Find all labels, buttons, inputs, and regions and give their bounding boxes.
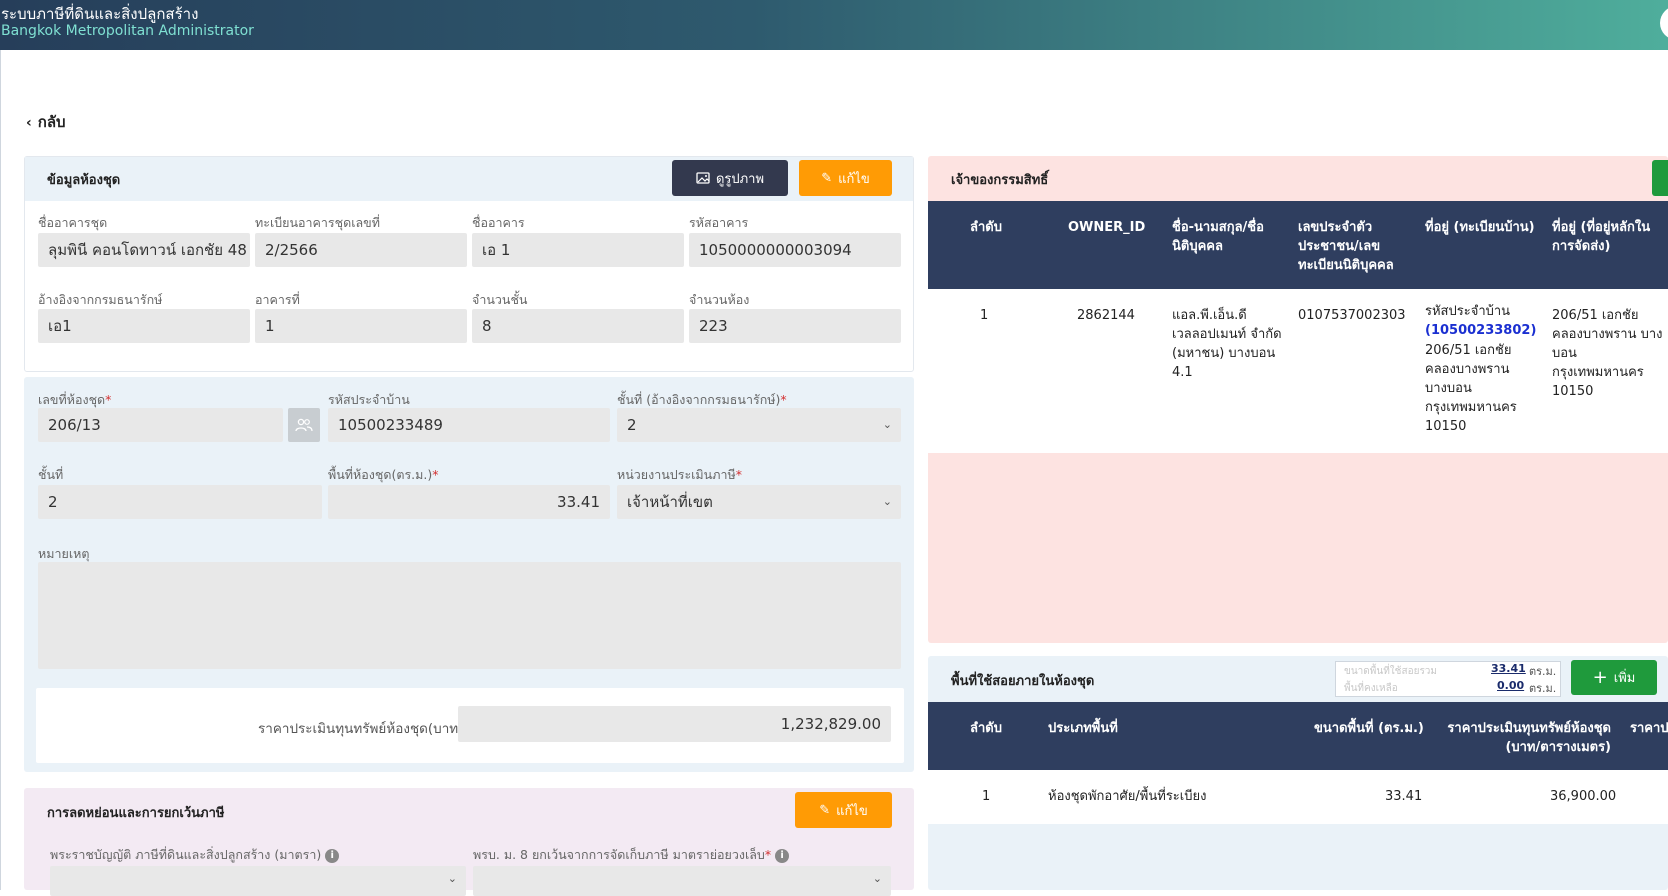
condo-reg-label: ทะเบียนอาคารชุดเลขที่ — [255, 215, 380, 230]
owners-col-seq: ลำดับ — [970, 220, 1002, 235]
owners-col-id: OWNER_ID — [1068, 220, 1146, 235]
add-owner-button[interactable] — [1652, 160, 1668, 196]
owners-title: เจ้าของกรรมสิทธิ์ — [951, 173, 1049, 188]
user-avatar[interactable] — [1660, 6, 1668, 40]
chevron-down-icon: ⌄ — [447, 872, 457, 885]
owner-seq: 1 — [980, 308, 989, 323]
edit-unit-label: แก้ไข — [838, 171, 870, 187]
house-code-label: รหัสประจำบ้าน — [328, 392, 410, 407]
add-usage-label: เพิ่ม — [1613, 671, 1636, 686]
left-border — [0, 50, 1, 890]
owner-lookup-button[interactable] — [288, 408, 320, 442]
edit-reduction-label: แก้ไข — [836, 803, 868, 819]
remark-textarea[interactable] — [38, 562, 901, 669]
condo-name-field: ลุมพินี คอนโดทาวน์ เอกชัย 48 — [38, 233, 250, 267]
decree-label: พรบ. ม. 8 ยกเว้นจากการจัดเก็บภาษี มาตราย… — [473, 845, 790, 865]
chevron-down-icon: ⌄ — [882, 495, 892, 508]
usage-title: พื้นที่ใช้สอยภายในห้องชุด — [951, 674, 1095, 689]
usage-area: 33.41 — [1385, 789, 1423, 804]
app-subtitle: Bangkok Metropolitan Administrator — [1, 23, 254, 39]
ref-land-dept-field: เอ1 — [38, 309, 250, 343]
usage-seq: 1 — [982, 789, 991, 804]
assess-unit-select[interactable]: เจ้าหน้าที่เขต ⌄ — [617, 485, 901, 519]
usage-total-unit: ตร.ม. — [1529, 665, 1557, 678]
area-label: พื้นที่ห้องชุด(ตร.ม.)* — [328, 467, 439, 482]
usage-col-type: ประเภทพื้นที่ — [1048, 721, 1118, 736]
owner-mail-address: 206/51 เอกชัย คลองบางพราน บางบอน กรุงเทพ… — [1552, 308, 1663, 399]
remark-label: หมายเหตุ — [38, 546, 90, 561]
owner-house-code-label: รหัสประจำบ้าน — [1425, 304, 1511, 319]
building-no-field: 1 — [255, 309, 467, 343]
usage-remain-value: 0.00 — [1497, 679, 1525, 692]
view-image-button[interactable]: ดูรูปภาพ — [672, 160, 788, 196]
act-label: พระราชบัญญัติ ภาษีที่ดินและสิ่งปลูกสร้าง… — [50, 845, 340, 865]
floor-input[interactable]: 2 — [38, 485, 322, 519]
appraisal-label: ราคาประเมินทุนทรัพย์ห้องชุด(บาท) — [258, 721, 464, 737]
building-code-field: 1050000000003094 — [689, 233, 901, 267]
usage-type: ห้องชุดพักอาศัย/พื้นที่ระเบียง — [1048, 789, 1207, 804]
building-name-label: ชื่ออาคาร — [472, 215, 525, 230]
owners-col-mail-address: ที่อยู่ (ที่อยู่หลักในการจัดส่ง) — [1552, 220, 1651, 254]
plus-icon: + — [1592, 666, 1608, 688]
chevron-down-icon: ⌄ — [872, 872, 882, 885]
area-input[interactable]: 33.41 — [328, 485, 610, 519]
edit-reduction-button[interactable]: ✎ แก้ไข — [795, 792, 892, 828]
usage-total-label: ขนาดพื้นที่ใช้สอยรวม — [1344, 666, 1438, 677]
floor-label: ชั้นที่ — [38, 467, 64, 482]
floor-ref-label: ชั้นที่ (อ้างอิงจากกรมธนารักษ์)* — [617, 392, 787, 407]
add-usage-button[interactable]: + เพิ่ม — [1571, 660, 1657, 695]
usage-price: 36,900.00 — [1550, 789, 1617, 804]
owner-taxid: 0107537002303 — [1298, 308, 1406, 323]
unit-info-title: ข้อมูลห้องชุด — [47, 173, 121, 188]
reduction-title: การลดหย่อนและการยกเว้นภาษี — [47, 806, 225, 821]
ref-land-dept-label: อ้างอิงจากกรมธนารักษ์ — [38, 292, 163, 307]
room-no-input[interactable]: 206/13 — [38, 408, 283, 442]
act-select[interactable]: ⌄ — [50, 866, 466, 896]
floor-ref-value: 2 — [627, 416, 637, 434]
condo-name-label: ชื่ออาคารชุด — [38, 215, 108, 230]
users-icon — [295, 418, 313, 432]
owners-col-taxid: เลขประจำตัวประชาชน/เลขทะเบียนนิติบุคคล — [1298, 220, 1394, 273]
usage-remain-unit: ตร.ม. — [1529, 682, 1557, 695]
decree-select[interactable]: ⌄ — [473, 866, 891, 896]
usage-col-area: ขนาดพื้นที่ (ตร.ม.) — [1314, 721, 1424, 736]
floor-count-label: จำนวนชั้น — [472, 292, 528, 307]
view-image-label: ดูรูปภาพ — [715, 171, 765, 187]
room-count-field: 223 — [689, 309, 901, 343]
building-code-label: รหัสอาคาร — [689, 215, 749, 230]
back-label: กลับ — [37, 113, 66, 131]
appraisal-field: 1,232,829.00 — [458, 706, 891, 742]
chevron-down-icon: ⌄ — [882, 418, 892, 431]
edit-unit-button[interactable]: ✎ แก้ไข — [799, 160, 892, 196]
floor-ref-select[interactable]: 2 ⌄ — [617, 408, 901, 442]
usage-remain-label: พื้นที่คงเหลือ — [1344, 683, 1398, 694]
usage-col-total: ราคาป — [1630, 721, 1668, 736]
pencil-icon: ✎ — [821, 170, 833, 186]
info-icon[interactable]: i — [775, 848, 790, 863]
building-name-field: เอ 1 — [472, 233, 684, 267]
image-icon — [696, 172, 710, 184]
back-link[interactable]: ‹ กลับ — [26, 110, 66, 134]
owner-reg-address: 206/51 เอกชัย คลองบางพราน บางบอน กรุงเทพ… — [1425, 343, 1517, 434]
owner-name: แอล.พี.เอ็น.ดีเวลลอปเมนท์ จำกัด (มหาชน) … — [1172, 308, 1282, 380]
owner-id: 2862144 — [1077, 308, 1135, 323]
assess-unit-label: หน่วยงานประเมินภาษี* — [617, 467, 742, 482]
building-no-label: อาคารที่ — [255, 292, 300, 307]
usage-col-seq: ลำดับ — [970, 721, 1002, 736]
condo-reg-field: 2/2566 — [255, 233, 467, 267]
room-count-label: จำนวนห้อง — [689, 292, 750, 307]
floor-count-field: 8 — [472, 309, 684, 343]
owners-col-reg-address: ที่อยู่ (ทะเบียนบ้าน) — [1425, 220, 1535, 235]
owners-col-name: ชื่อ-นามสกุล/ชื่อนิติบุคคล — [1172, 220, 1264, 254]
app-header: ระบบภาษีที่ดินและสิ่งปลูกสร้าง Bangkok M… — [0, 0, 1668, 50]
owner-house-code-link[interactable]: (10500233802) — [1425, 321, 1536, 340]
house-code-input[interactable]: 10500233489 — [328, 408, 610, 442]
usage-total-value: 33.41 — [1491, 662, 1526, 675]
assess-unit-value: เจ้าหน้าที่เขต — [627, 493, 713, 511]
chevron-left-icon: ‹ — [26, 115, 32, 131]
usage-col-price: ราคาประเมินทุนทรัพย์ห้องชุด (บาท/ตารางเม… — [1447, 721, 1611, 755]
pencil-icon: ✎ — [819, 802, 831, 818]
info-icon[interactable]: i — [325, 848, 340, 863]
room-no-label: เลขที่ห้องชุด* — [38, 392, 112, 407]
